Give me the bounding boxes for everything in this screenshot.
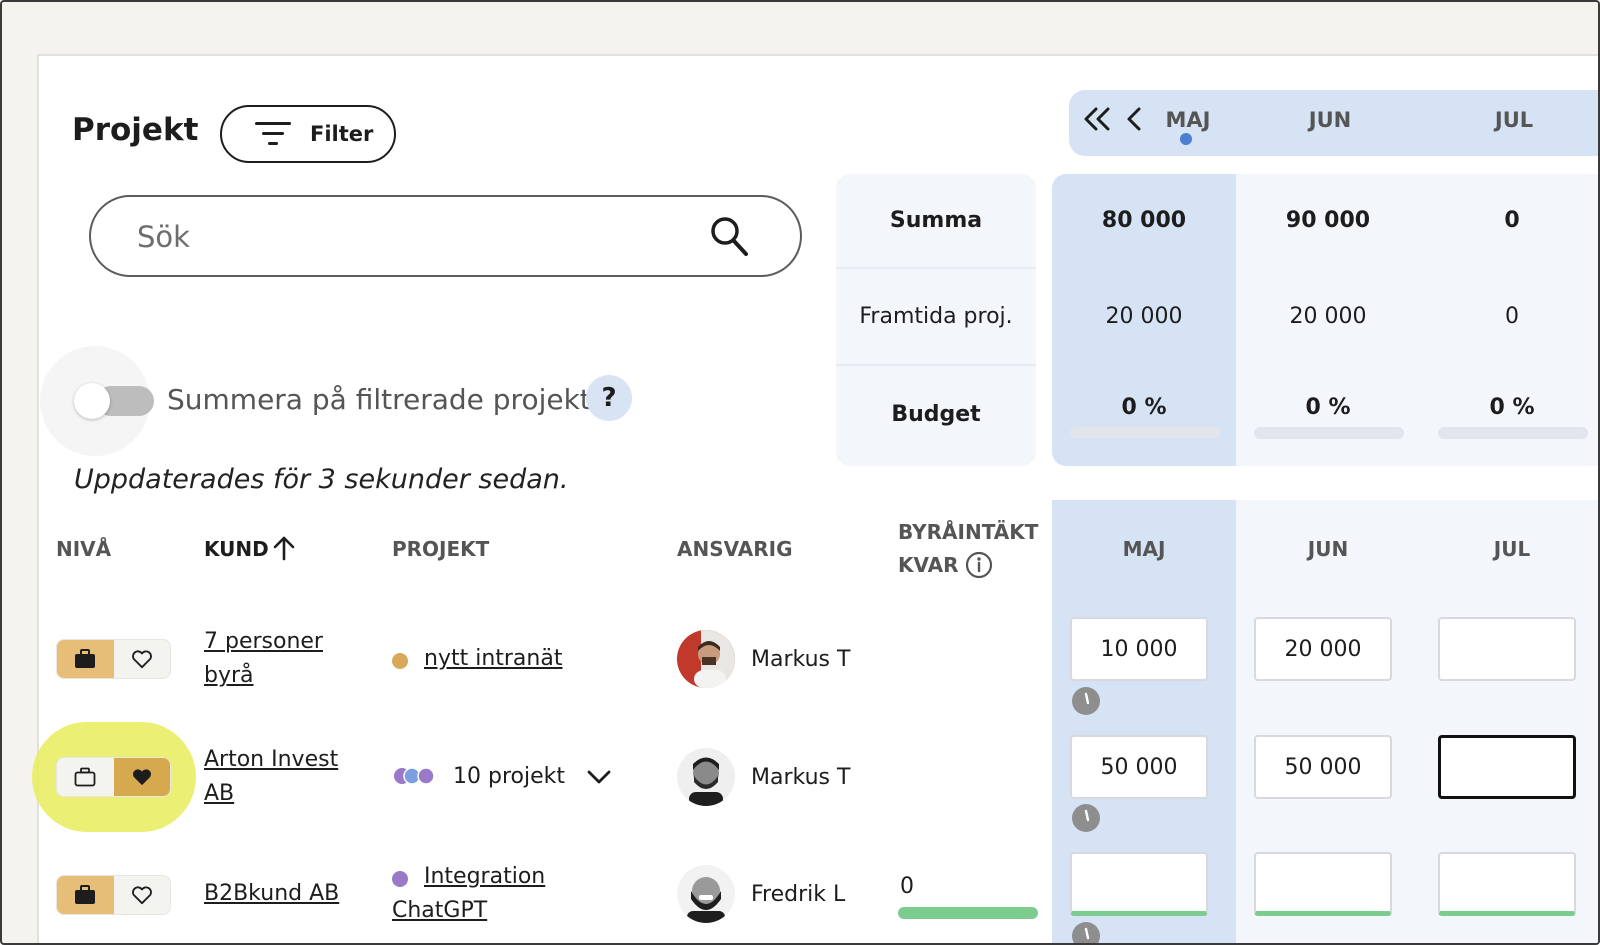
clock-icon[interactable] [1072,687,1100,715]
level-toggle [56,757,171,797]
header-month-jul: JUL [1493,537,1531,561]
project-color-dot [392,871,408,887]
responsible-name: Fredrik L [751,882,846,907]
heart-outline-icon [131,886,152,905]
month-value-input[interactable]: 50 000 [1254,735,1392,799]
summary-value: 0 [1504,208,1520,233]
search-box [89,195,802,277]
summary-label-budget: Budget [891,402,981,427]
summary-value: 20 000 [1105,304,1183,329]
header-level[interactable]: NIVÅ [56,537,111,561]
app-frame: Projekt Filter Summera på filtrerade pro… [0,0,1600,945]
heart-icon [132,769,151,786]
project-link[interactable]: nytt intranät [424,642,562,676]
header-client[interactable]: KUND [204,537,269,561]
project-link[interactable]: ChatGPT [392,894,487,928]
header-month-jun: JUN [1307,537,1349,561]
remaining-value: 0 [900,874,914,899]
month-value-input[interactable]: 50 000 [1070,735,1208,799]
summarize-toggle[interactable] [74,383,154,419]
month-value-input[interactable] [1254,852,1392,916]
budget-progress-bar [1070,427,1220,439]
sort-ascending-icon[interactable] [272,535,296,561]
client-link[interactable]: 7 personer [204,625,323,659]
project-color-dot [392,653,408,669]
client-link[interactable]: AB [204,777,234,811]
toggle-knob [74,383,110,419]
nav-month-maj[interactable]: MAJ [1108,108,1268,132]
level-briefcase-button[interactable] [57,640,114,678]
level-toggle [56,875,171,915]
current-month-indicator [1180,133,1192,145]
budget-progress-bar [1438,427,1588,439]
responsible-name: Markus T [751,765,851,790]
clock-icon[interactable] [1072,922,1100,943]
avatar [677,748,735,806]
summary-label-framtida: Framtida proj. [859,304,1013,329]
responsible-name: Markus T [751,647,851,672]
header-remaining-line2: KVAR [898,553,959,577]
chevron-down-icon[interactable] [586,768,612,786]
month-value-input-focused[interactable] [1438,735,1576,799]
multi-project-dots-icon [394,767,435,785]
clock-icon[interactable] [1072,804,1100,832]
avatar [677,630,735,688]
summary-divider [836,364,1036,366]
month-value-input[interactable]: 10 000 [1070,617,1208,681]
level-briefcase-button[interactable] [57,876,114,914]
client-link[interactable]: B2Bkund AB [204,877,339,911]
level-heart-button[interactable] [114,640,171,678]
remaining-progress-bar [898,907,1038,919]
summarize-toggle-label: Summera på filtrerade projekt [167,383,591,416]
briefcase-icon [75,885,96,904]
briefcase-outline-icon [74,767,96,787]
client-link[interactable]: byrå [204,659,254,693]
summary-divider [836,267,1036,269]
client-link[interactable]: Arton Invest [204,743,338,777]
level-heart-button[interactable] [113,758,170,796]
summary-value: 20 000 [1289,304,1367,329]
month-value-input[interactable] [1438,617,1576,681]
filter-button-label: Filter [310,122,374,146]
heart-outline-icon [131,650,152,669]
budget-percent: 0 % [1121,395,1167,420]
help-button[interactable]: ? [586,375,632,421]
filter-button[interactable]: Filter [220,105,396,163]
header-project[interactable]: PROJEKT [392,537,489,561]
page-title: Projekt [72,112,199,148]
summary-value: 90 000 [1285,208,1371,233]
project-link[interactable]: Integration [424,860,545,894]
budget-percent: 0 % [1489,395,1535,420]
header-responsible[interactable]: ANSVARIG [677,537,792,561]
level-briefcase-button[interactable] [57,758,114,796]
budget-percent: 0 % [1305,395,1351,420]
briefcase-icon [75,649,96,668]
summary-value: 80 000 [1101,208,1187,233]
budget-progress-bar [1254,427,1404,439]
updated-timestamp: Uppdaterades för 3 sekunder sedan. [74,464,569,495]
info-icon[interactable] [965,551,993,579]
header-remaining-line1: BYRÅINTÄKT [898,520,1039,544]
project-count[interactable]: 10 projekt [453,764,565,789]
month-value-input[interactable] [1438,852,1576,916]
month-value-input[interactable] [1070,852,1208,916]
search-icon[interactable] [709,215,749,257]
header-month-maj: MAJ [1122,537,1166,561]
avatar [677,865,735,923]
month-value-input[interactable]: 20 000 [1254,617,1392,681]
level-toggle [56,639,171,679]
nav-month-jul[interactable]: JUL [1434,108,1594,132]
summary-label-summa: Summa [889,208,983,233]
level-heart-button[interactable] [114,876,171,914]
filter-icon [255,122,291,145]
search-input[interactable] [137,217,677,257]
summary-value: 0 [1505,304,1519,329]
nav-month-jun[interactable]: JUN [1250,108,1410,132]
